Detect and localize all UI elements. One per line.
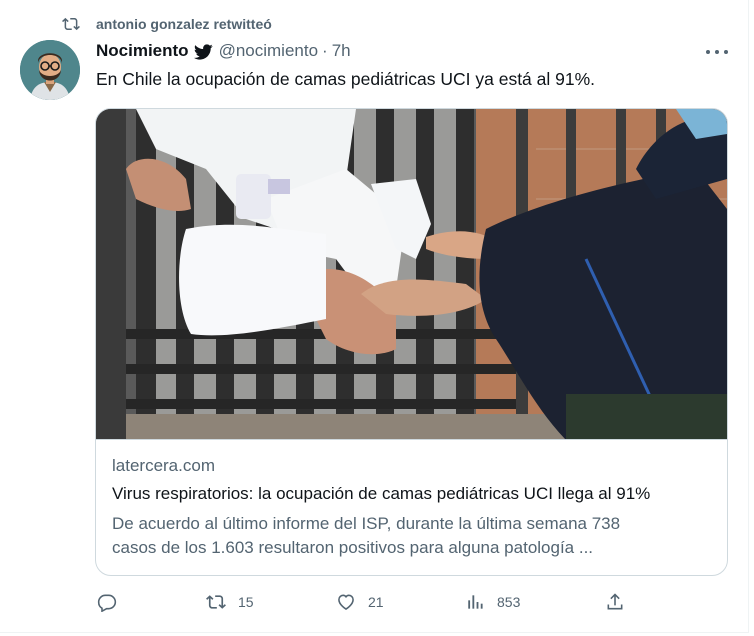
card-description: De acuerdo al último informe del ISP, du… <box>112 514 621 557</box>
retweet-context: antonio gonzalez retwitteó <box>62 15 272 33</box>
avatar[interactable] <box>20 40 80 100</box>
views-count: 853 <box>497 594 521 610</box>
tweet-actions: 15 21 853 <box>95 592 635 616</box>
card-domain: latercera.com <box>112 456 215 475</box>
heart-icon <box>338 594 354 611</box>
views-button[interactable]: 853 <box>465 592 520 612</box>
tweet-timestamp[interactable]: 7h <box>332 41 351 61</box>
more-dot-icon <box>715 50 719 54</box>
card-image[interactable] <box>96 109 727 440</box>
card-title[interactable]: Virus respiratorios: la ocupación de cam… <box>112 484 713 504</box>
reply-button[interactable] <box>97 592 117 612</box>
header-separator: · <box>322 41 328 60</box>
like-button[interactable]: 21 <box>336 592 384 612</box>
views-icon <box>468 595 483 609</box>
twitter-bird-icon <box>193 43 213 60</box>
card-body: latercera.com Virus respiratorios: la oc… <box>112 456 713 560</box>
like-count: 21 <box>368 594 384 610</box>
retweet-icon <box>62 17 80 31</box>
share-icon <box>607 593 623 610</box>
retweet-button[interactable]: 15 <box>206 592 254 612</box>
tweet-text: En Chile la ocupación de camas pediátric… <box>96 69 596 89</box>
tweet-header: Nocimiento @nocimiento · 7h <box>96 41 351 61</box>
retweet-icon <box>206 595 226 609</box>
author-display-name[interactable]: Nocimiento <box>96 41 189 61</box>
share-button[interactable] <box>605 592 625 612</box>
more-options-button[interactable] <box>706 44 728 60</box>
more-dot-icon <box>724 50 728 54</box>
retweet-label[interactable]: antonio gonzalez retwitteó <box>96 16 272 32</box>
retweet-count: 15 <box>238 594 254 610</box>
reply-icon <box>97 594 117 612</box>
more-dot-icon <box>706 50 710 54</box>
author-handle[interactable]: @nocimiento <box>219 41 318 61</box>
link-preview-card[interactable]: latercera.com Virus respiratorios: la oc… <box>95 108 728 576</box>
